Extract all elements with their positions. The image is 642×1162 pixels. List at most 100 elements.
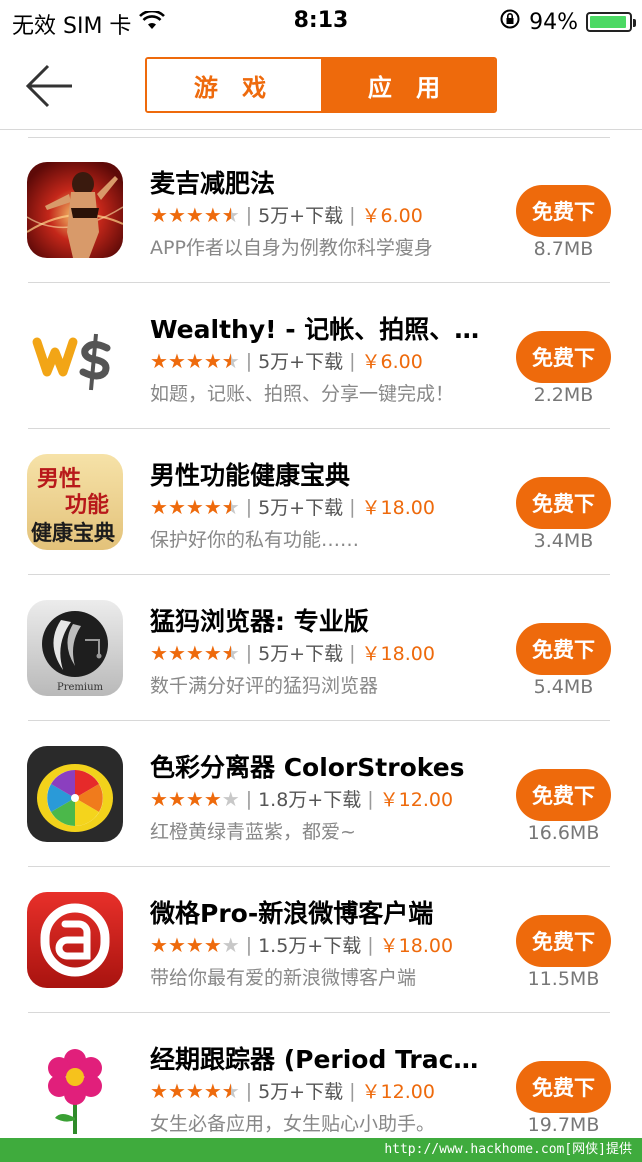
app-screen: 无效 SIM 卡 8:13 94% 游 戏 应 用 麦吉减肥法 ★★★★★ | … (0, 0, 642, 1162)
app-name: 经期跟踪器 (Period Trac… (150, 1045, 479, 1074)
app-size: 2.2MB (533, 384, 594, 406)
health-book-app-icon: 男性 功能 健康宝典 (27, 454, 123, 550)
star-full-icon: ★ (150, 932, 168, 957)
star-full-icon: ★ (150, 1078, 168, 1103)
period-tracker-app-icon (27, 1038, 123, 1134)
app-meta: ★★★★★★ | 5万+下载 | ￥18.00 (150, 639, 435, 666)
star-full-icon: ★ (203, 1078, 222, 1103)
star-full-icon: ★ (203, 640, 222, 665)
star-full-icon: ★ (185, 786, 204, 811)
download-count: 5万+下载 (258, 497, 344, 519)
free-download-button[interactable]: 免费下 (516, 477, 611, 529)
app-name: 色彩分离器 ColorStrokes (150, 753, 465, 782)
app-name: 麦吉减肥法 (150, 169, 276, 198)
app-row[interactable]: Wealthy! - 记帐、拍照、… ★★★★★★ | 5万+下载 | ￥6.0… (0, 283, 642, 429)
app-row[interactable]: 麦吉减肥法 ★★★★★★ | 5万+下载 | ￥6.00 APP作者以自身为例教… (0, 137, 642, 283)
star-full-icon: ★ (203, 202, 222, 227)
star-full-icon: ★ (167, 202, 186, 227)
download-count: 5万+下载 (258, 1081, 344, 1103)
star-full-icon: ★ (185, 1078, 204, 1103)
browser-app-icon: Premium (27, 600, 123, 696)
app-name: 猛犸浏览器: 专业版 (150, 607, 369, 636)
free-download-button[interactable]: 免费下 (516, 769, 611, 821)
star-full-icon: ★ (203, 786, 222, 811)
original-price: ￥12.00 (361, 1081, 435, 1103)
app-description: 保护好你的私有功能…… (150, 529, 360, 551)
icon-text-nanxing: 男性 (37, 466, 81, 492)
meta-separator: | (367, 787, 374, 810)
app-description: 女生必备应用，女生贴心小助手。 (150, 1113, 436, 1135)
back-button[interactable] (22, 62, 78, 110)
app-description: 红橙黄绿青蓝紫，都爱~ (150, 821, 356, 843)
meta-separator: | (367, 933, 374, 956)
watermark-bar: http://www.hackhome.com[网侠]提供 (0, 1138, 642, 1162)
free-download-button[interactable]: 免费下 (516, 185, 611, 237)
meta-separator: | (349, 641, 356, 664)
battery-icon (586, 12, 636, 32)
app-meta: ★★★★★★ | 5万+下载 | ￥6.00 (150, 201, 423, 228)
rating-stars: ★★★★★★ (150, 495, 240, 519)
free-download-button[interactable]: 免费下 (516, 331, 611, 383)
star-full-icon: ★ (167, 1078, 186, 1103)
free-download-button[interactable]: 免费下 (516, 1061, 611, 1113)
app-row[interactable]: 男性 功能 健康宝典 男性功能健康宝典 ★★★★★★ | 5万+下载 | ￥18… (0, 429, 642, 575)
app-description: 带给你最有爱的新浪微博客户端 (150, 967, 417, 989)
meta-separator: | (245, 203, 253, 226)
rating-stars: ★★★★★★ (150, 1079, 240, 1103)
rating-stars: ★★★★★★ (150, 349, 240, 373)
app-row[interactable]: 色彩分离器 ColorStrokes ★★★★★ | 1.8万+下载 | ￥12… (0, 721, 642, 867)
meta-separator: | (245, 641, 253, 664)
tab-apps[interactable]: 应 用 (321, 59, 495, 111)
status-bar: 无效 SIM 卡 8:13 94% (0, 0, 642, 40)
app-meta: ★★★★★ | 1.8万+下载 | ￥12.00 (150, 785, 453, 812)
app-description: 数千满分好评的猛犸浏览器 (150, 675, 379, 697)
app-row[interactable]: Premium 猛犸浏览器: 专业版 ★★★★★★ | 5万+下载 | ￥18.… (0, 575, 642, 721)
star-full-icon: ★ (150, 640, 168, 665)
app-size: 3.4MB (533, 530, 594, 552)
app-size: 8.7MB (533, 238, 594, 260)
star-half-icon: ★★ (221, 1078, 240, 1103)
free-download-button[interactable]: 免费下 (516, 623, 611, 675)
app-size: 5.4MB (533, 676, 594, 698)
star-full-icon: ★ (203, 932, 222, 957)
battery-percent: 94% (529, 9, 578, 35)
original-price: ￥18.00 (361, 497, 435, 519)
meta-separator: | (349, 1079, 356, 1102)
app-row[interactable]: 微格Pro-新浪微博客户端 ★★★★★ | 1.5万+下载 | ￥18.00 带… (0, 867, 642, 1013)
icon-text-gongneng: 功能 (65, 492, 109, 518)
star-full-icon: ★ (150, 786, 168, 811)
star-empty-icon: ★ (221, 932, 240, 957)
app-name: 微格Pro-新浪微博客户端 (150, 899, 434, 928)
star-full-icon: ★ (185, 932, 204, 957)
star-full-icon: ★ (185, 640, 204, 665)
meta-separator: | (245, 349, 253, 372)
arrow-left-icon (25, 64, 72, 108)
star-full-icon: ★ (167, 786, 186, 811)
rating-stars: ★★★★★ (150, 787, 240, 811)
star-full-icon: ★ (203, 348, 222, 373)
app-description: 如题，记账、拍照、分享一键完成！ (150, 383, 455, 405)
status-right: 94% (499, 8, 636, 36)
app-name: 男性功能健康宝典 (150, 461, 351, 490)
original-price: ￥18.00 (361, 643, 435, 665)
free-download-button[interactable]: 免费下 (516, 915, 611, 967)
nav-bar: 游 戏 应 用 (0, 40, 642, 130)
category-segmented-control: 游 戏 应 用 (145, 57, 497, 113)
app-size: 11.5MB (527, 968, 600, 990)
original-price: ￥12.00 (379, 789, 454, 811)
rating-stars: ★★★★★★ (150, 203, 240, 227)
star-half-icon: ★★ (221, 348, 240, 373)
star-full-icon: ★ (167, 640, 186, 665)
star-full-icon: ★ (150, 494, 168, 519)
wealthy-app-icon (27, 308, 123, 404)
tab-games[interactable]: 游 戏 (147, 59, 321, 111)
original-price: ￥6.00 (361, 351, 423, 373)
weibo-client-app-icon (27, 892, 123, 988)
star-full-icon: ★ (150, 348, 168, 373)
star-half-icon: ★★ (221, 202, 240, 227)
app-meta: ★★★★★★ | 5万+下载 | ￥12.00 (150, 1077, 435, 1104)
app-list: 麦吉减肥法 ★★★★★★ | 5万+下载 | ￥6.00 APP作者以自身为例教… (0, 137, 642, 1159)
meta-separator: | (245, 933, 253, 956)
meta-separator: | (349, 349, 356, 372)
original-price: ￥18.00 (379, 935, 454, 957)
